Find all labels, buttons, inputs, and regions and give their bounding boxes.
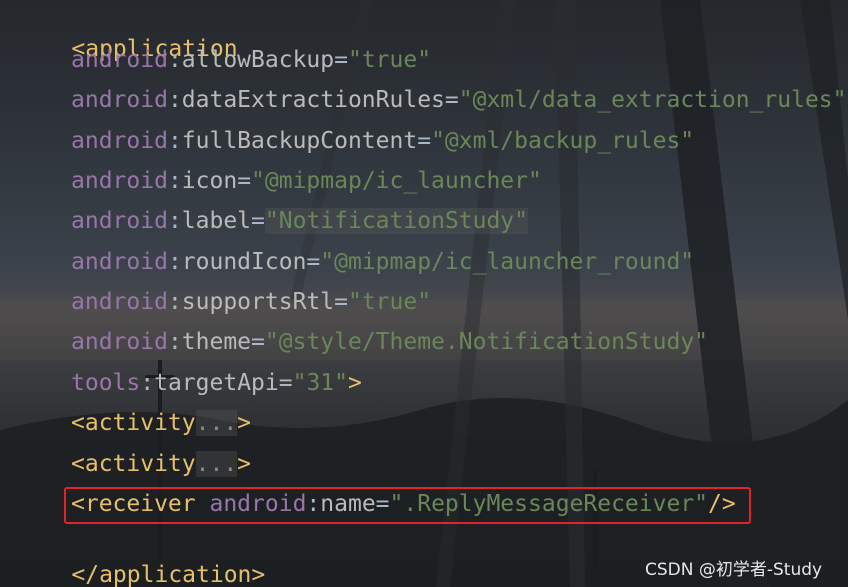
namespace: android: [71, 208, 168, 234]
namespace: android: [71, 249, 168, 275]
code-line-activity: <activity...>: [71, 451, 252, 477]
attr-value: "@xml/data_extraction_rules": [458, 87, 847, 113]
code-line-attr: android:fullBackupContent="@xml/backup_r…: [71, 128, 695, 154]
highlight-box: [64, 487, 751, 524]
code-line-attr: android:label="NotificationStudy": [71, 208, 529, 234]
xml-tag-application-close: </application>: [71, 562, 266, 587]
attr-name: fullBackupContent: [181, 128, 418, 154]
attr-value: "@style/Theme.NotificationStudy": [264, 329, 709, 355]
attr-name: theme: [181, 329, 252, 355]
namespace: android: [71, 289, 168, 315]
code-line-attr: android:theme="@style/Theme.Notification…: [71, 329, 709, 355]
watermark: CSDN @初学者-Study: [645, 560, 823, 580]
code-line-application-open: <application: [0, 4, 237, 62]
code-line-application-close: </application>: [0, 530, 265, 587]
code-line-attr: android:icon="@mipmap/ic_launcher": [71, 168, 542, 194]
namespace: tools: [71, 370, 141, 396]
attr-value: "true": [347, 289, 432, 315]
attr-value: "true": [347, 47, 432, 73]
code-line-attr: android:supportsRtl="true": [71, 289, 432, 315]
code-line-attr: android:roundIcon="@mipmap/ic_launcher_r…: [71, 249, 695, 275]
xml-tag-activity: <activity: [71, 451, 196, 477]
attr-name: dataExtractionRules: [181, 87, 445, 113]
namespace: android: [71, 47, 168, 73]
fold-placeholder[interactable]: ...: [195, 410, 238, 436]
attr-name: allowBackup: [181, 47, 335, 73]
attr-value-folded-string[interactable]: "NotificationStudy": [264, 208, 529, 234]
attr-name: supportsRtl: [181, 289, 335, 315]
attr-name: icon: [181, 168, 238, 194]
attr-value: "@mipmap/ic_launcher_round": [320, 249, 695, 275]
attr-value: "@xml/backup_rules": [431, 128, 695, 154]
namespace: android: [71, 128, 168, 154]
attr-value: "@mipmap/ic_launcher": [251, 168, 542, 194]
attr-value: "31": [292, 370, 348, 396]
xml-tag-activity: <activity: [71, 410, 196, 436]
code-line-attr: android:allowBackup="true": [71, 47, 432, 73]
code-line-attr: android:dataExtractionRules="@xml/data_e…: [71, 87, 847, 113]
fold-placeholder[interactable]: ...: [195, 451, 238, 477]
namespace: android: [71, 168, 168, 194]
attr-name: label: [181, 208, 252, 234]
attr-name: targetApi: [154, 370, 279, 396]
code-line-tools-attr: tools:targetApi="31">: [71, 370, 362, 396]
namespace: android: [71, 329, 168, 355]
namespace: android: [71, 87, 168, 113]
code-line-activity: <activity...>: [71, 410, 252, 436]
attr-name: roundIcon: [181, 249, 307, 275]
